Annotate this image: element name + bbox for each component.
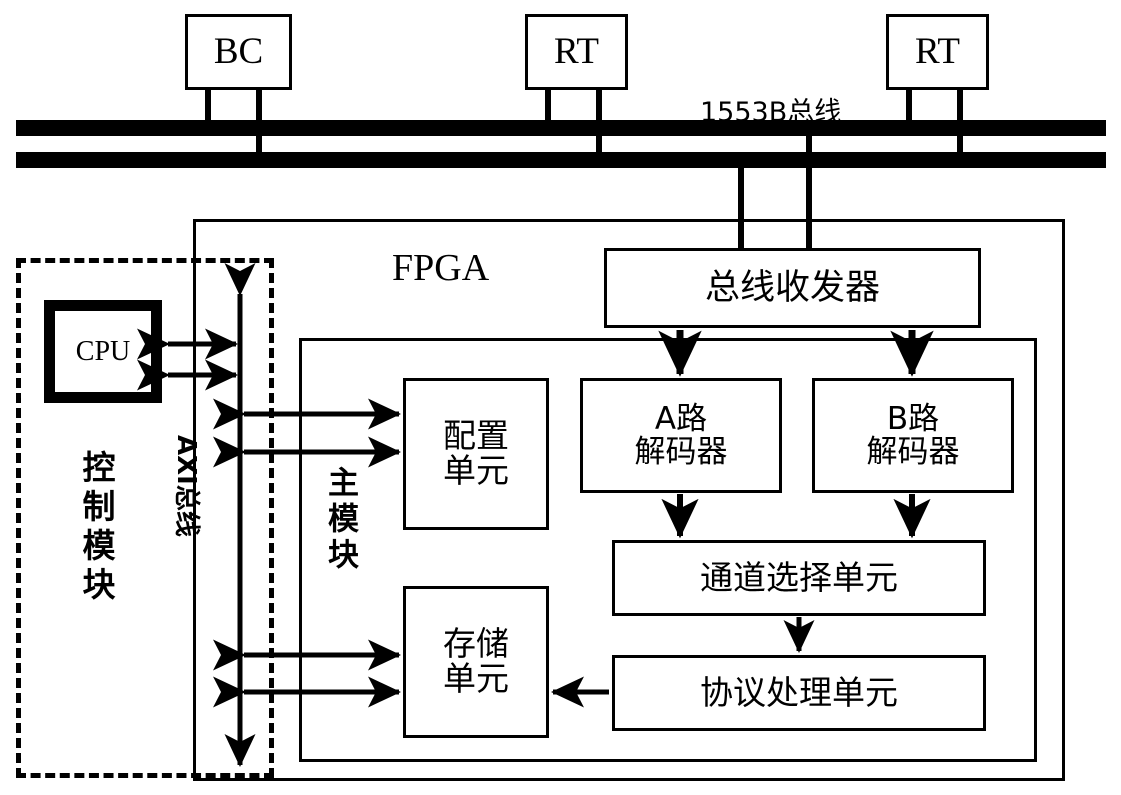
terminal-box-bc: BC bbox=[185, 14, 292, 90]
bus-bar-primary bbox=[16, 120, 1106, 136]
block-config-unit: 配置 单元 bbox=[403, 378, 549, 530]
block-label-line2: 解码器 bbox=[634, 433, 728, 470]
stub-rt2-left bbox=[906, 88, 912, 124]
terminal-box-rt2: RT bbox=[886, 14, 989, 90]
block-label-line1: B路 bbox=[886, 400, 940, 437]
block-decoder-b: B路 解码器 bbox=[812, 378, 1014, 493]
block-label: 通道选择单元 bbox=[700, 557, 898, 597]
block-storage-unit: 存储 单元 bbox=[403, 586, 549, 738]
bus-bar-secondary bbox=[16, 152, 1106, 168]
main-module-label: 主模块 bbox=[322, 466, 358, 574]
axi-bus-label: AXI总线 bbox=[171, 435, 201, 537]
block-label-line2: 解码器 bbox=[866, 433, 960, 470]
terminal-label: RT bbox=[914, 30, 961, 72]
block-label-line1: 配置 bbox=[443, 416, 509, 456]
block-transceiver: 总线收发器 bbox=[604, 248, 981, 328]
terminal-box-rt1: RT bbox=[525, 14, 628, 90]
block-label-line2: 单元 bbox=[443, 451, 509, 490]
block-label-line1: A路 bbox=[654, 400, 708, 437]
fpga-title: FPGA bbox=[392, 247, 490, 289]
diagram-canvas: BC RT RT 1553B总线 FPGA CPU 控制模块 AXI总线 主模块… bbox=[0, 0, 1121, 795]
block-decoder-a: A路 解码器 bbox=[580, 378, 782, 493]
stub-rt1-left bbox=[545, 88, 551, 124]
cpu-box: CPU bbox=[44, 300, 162, 403]
cpu-label: CPU bbox=[75, 335, 131, 367]
block-channel-select: 通道选择单元 bbox=[612, 540, 986, 616]
block-label-line1: 存储 bbox=[443, 624, 509, 664]
block-label-line2: 单元 bbox=[443, 659, 509, 698]
block-label: 协议处理单元 bbox=[700, 672, 898, 712]
block-protocol-unit: 协议处理单元 bbox=[612, 655, 986, 731]
block-label: 总线收发器 bbox=[704, 267, 880, 308]
terminal-label: BC bbox=[213, 30, 264, 72]
control-module-label: 控制模块 bbox=[77, 450, 116, 606]
terminal-label: RT bbox=[553, 30, 600, 72]
stub-bc-left bbox=[205, 88, 211, 124]
